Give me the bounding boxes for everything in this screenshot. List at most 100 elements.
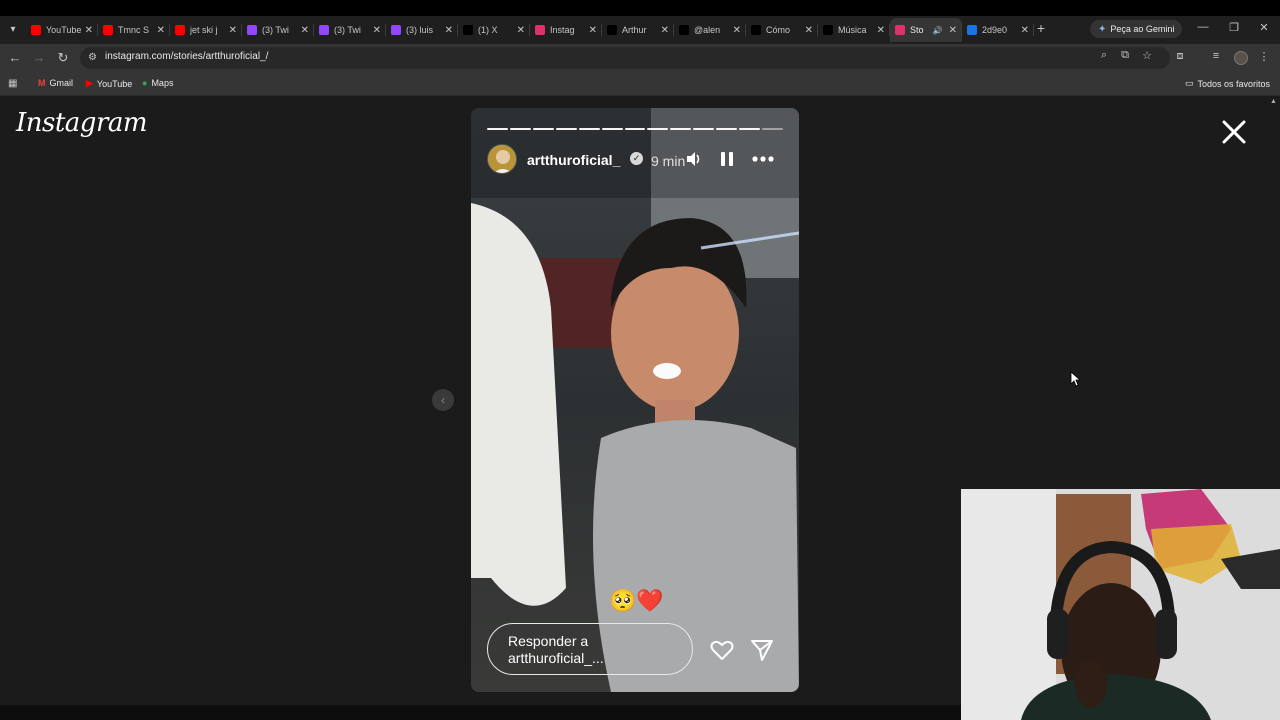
progress-segment [762,128,783,130]
tab-title: 2d9e0 [982,25,1008,35]
browser-tab[interactable]: Cómo ✕ [746,18,818,42]
profile-avatar[interactable] [1234,51,1248,65]
pause-icon[interactable] [719,150,735,168]
tab-title: (1) X [478,25,498,35]
install-app-icon[interactable]: ⧉ [1118,49,1132,62]
tab-close-icon[interactable]: ✕ [1021,25,1029,36]
restore-icon[interactable]: ❐ [1227,21,1241,34]
gemini-button[interactable]: ✦ Peça ao Gemini [1090,20,1183,38]
browser-tab[interactable]: Sto 🔊 ✕ [890,18,962,42]
tab-close-icon[interactable]: ✕ [373,25,381,36]
youtube-icon [103,25,113,35]
site-info-icon[interactable]: ⚙ [88,52,97,63]
progress-segment [555,128,577,130]
address-bar[interactable]: ⚙ instagram.com/stories/artthuroficial_/ [80,47,1170,69]
like-heart-icon[interactable] [709,637,735,663]
browser-tab[interactable]: YouTube ✕ [26,18,98,42]
tab-close-icon[interactable]: ✕ [733,25,741,36]
scroll-up-arrow-icon[interactable]: ▲ [1270,98,1277,105]
new-tab-button[interactable]: + [1032,19,1050,37]
tab-close-icon[interactable]: ✕ [517,25,525,36]
menu-icon[interactable]: ⋮ [1257,50,1271,63]
story-viewer[interactable]: artthuroficial_ ✓ 9 min 🥺❤️ Responder a … [471,108,799,692]
browser-tab[interactable]: (3) luis ✕ [386,18,458,42]
tab-title: Instag [550,25,575,35]
url-text[interactable]: instagram.com/stories/artthuroficial_/ [105,51,268,62]
browser-toolbar: ← → ↻ ⚙ instagram.com/stories/artthurofi… [0,44,1280,72]
previous-story-button[interactable]: ‹ [432,389,454,411]
browser-tab[interactable]: jet ski j ✕ [170,18,242,42]
more-options-icon[interactable] [751,150,775,168]
close-window-icon[interactable]: ✕ [1257,21,1271,34]
gemini-sparkle-icon: ✦ [1098,23,1107,35]
progress-segment [578,128,600,130]
bookmark-star-icon[interactable]: ☆ [1140,49,1154,62]
story-timestamp: 9 min [651,153,686,169]
bookmark-gmail[interactable]: M Gmail [38,78,73,88]
image-icon [967,25,977,35]
tab-audio-icon[interactable]: 🔊 [933,26,943,35]
tab-close-icon[interactable]: ✕ [229,25,237,36]
media-control-icon[interactable]: ≡ [1209,50,1223,62]
all-favorites-button[interactable]: ▭ Todos os favoritos [1185,78,1270,89]
tab-title: Tmnc S [118,25,150,35]
tab-title: (3) luis [406,25,434,35]
progress-segment [693,128,715,130]
browser-tab[interactable]: (3) Twi ✕ [242,18,314,42]
folder-icon: ▭ [1184,78,1194,88]
reply-placeholder-line2: artthuroficial_... [508,650,604,666]
share-send-icon[interactable] [749,637,775,663]
tab-close-icon[interactable]: ✕ [445,25,453,36]
tab-close-icon[interactable]: ✕ [301,25,309,36]
tab-close-icon[interactable]: ✕ [949,25,957,36]
bookmark-maps[interactable]: ● Maps [142,78,173,88]
browser-tab[interactable]: Arthur ✕ [602,18,674,42]
tab-close-icon[interactable]: ✕ [589,25,597,36]
browser-tab[interactable]: Tmnc S ✕ [98,18,170,42]
tab-close-icon[interactable]: ✕ [661,25,669,36]
volume-icon[interactable] [685,150,703,168]
story-progress-bar [487,128,783,130]
story-username[interactable]: artthuroficial_ [527,152,620,168]
tab-search-icon[interactable]: ▾ [4,20,22,38]
browser-tab[interactable]: 2d9e0 ✕ [962,18,1034,42]
tab-close-icon[interactable]: ✕ [157,25,165,36]
progress-segment [509,128,531,130]
browser-tab[interactable]: @alen ✕ [674,18,746,42]
youtube-icon [31,25,41,35]
apps-grid-icon[interactable]: ▦ [8,78,17,89]
tab-title: Cómo [766,25,791,35]
reply-input[interactable]: Responder a artthuroficial_... [487,623,693,675]
all-favorites-label: Todos os favoritos [1197,78,1270,89]
tiktok-icon [679,25,689,35]
tab-close-icon[interactable]: ✕ [877,25,885,36]
x-icon [463,25,473,35]
browser-tab[interactable]: (3) Twi ✕ [314,18,386,42]
youtube-icon [175,25,185,35]
close-story-icon[interactable] [1220,118,1248,146]
story-author-avatar[interactable] [487,144,517,174]
minimize-icon[interactable]: — [1196,21,1210,33]
tab-close-icon[interactable]: ✕ [805,25,813,36]
zoom-icon[interactable]: ⌕ [1097,49,1111,62]
forward-icon[interactable]: → [31,50,47,66]
tab-title: (3) Twi [334,25,361,35]
back-icon[interactable]: ← [7,50,23,66]
tab-title: YouTube [46,25,82,35]
bookmark-label: YouTube [96,78,133,89]
reload-icon[interactable]: ↻ [55,50,71,66]
tiktok-icon [823,25,833,35]
reply-placeholder-line1: Responder a [508,633,589,649]
tab-title: jet ski j [190,25,218,35]
mouse-cursor-icon [1070,371,1080,387]
extensions-icon[interactable]: ⧈ [1173,50,1187,63]
tab-title: @alen [694,25,721,35]
browser-tab[interactable]: Música ✕ [818,18,890,42]
progress-segment [487,128,508,130]
tab-close-icon[interactable]: ✕ [85,25,93,36]
tab-title: Sto [910,25,924,35]
bookmark-youtube[interactable]: ▶ YouTube [86,78,132,89]
browser-tab[interactable]: Instag ✕ [530,18,602,42]
browser-tab[interactable]: (1) X ✕ [458,18,530,42]
instagram-logo[interactable]: Instagram [16,108,148,138]
